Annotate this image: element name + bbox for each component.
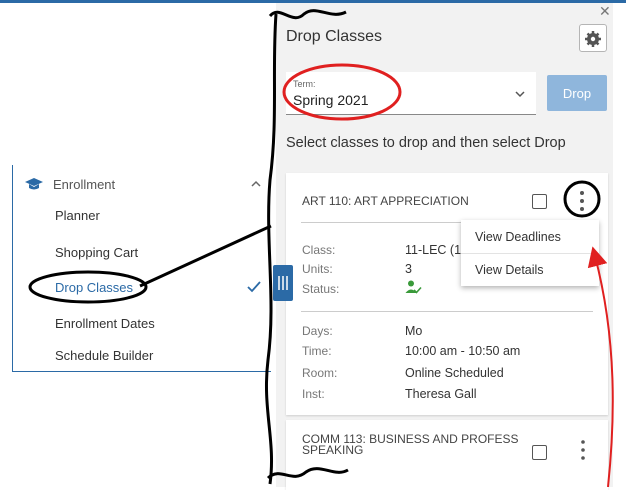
sidebar-item-planner[interactable]: Planner (55, 208, 100, 223)
sidebar-item-enrollment-dates[interactable]: Enrollment Dates (55, 316, 155, 331)
term-label: Term: (293, 79, 316, 89)
drop-button[interactable]: Drop (547, 75, 607, 111)
term-value: Spring 2021 (293, 92, 369, 108)
class-card: COMM 113: BUSINESS AND PROFESS SPEAKING (286, 420, 608, 490)
more-options-icon[interactable] (572, 187, 592, 215)
close-icon[interactable]: ✕ (599, 3, 611, 20)
days-value: Mo (405, 324, 423, 338)
class-card-title: COMM 113: BUSINESS AND PROFESS SPEAKING (302, 432, 519, 457)
room-value: Online Scheduled (405, 366, 504, 380)
checkmark-icon (247, 281, 261, 293)
class-select-checkbox[interactable] (532, 445, 547, 460)
enrollment-section-label: Enrollment (53, 177, 116, 192)
drag-handle-icon (278, 276, 288, 290)
settings-button[interactable] (579, 24, 607, 52)
units-value: 3 (405, 262, 412, 276)
menu-item-view-details[interactable]: View Details (475, 263, 544, 277)
time-value: 10:00 am - 10:50 am (405, 344, 521, 358)
chevron-up-icon[interactable] (249, 177, 263, 191)
page-title: Drop Classes (286, 28, 383, 45)
enrollment-sidebar: Enrollment Planner Shopping Cart Drop Cl… (12, 165, 271, 372)
sidebar-item-drop-classes[interactable]: Drop Classes (55, 280, 133, 295)
graduation-cap-icon (25, 177, 43, 189)
class-value: 11-LEC (1 (405, 243, 462, 257)
instructor-label: Inst: (302, 387, 325, 401)
term-select[interactable]: Term: Spring 2021 (286, 72, 536, 115)
chevron-down-icon (515, 91, 525, 98)
status-label: Status: (302, 282, 340, 296)
gear-icon (585, 31, 601, 47)
enrollment-section-header[interactable]: Enrollment (25, 177, 115, 192)
class-label: Class: (302, 243, 336, 257)
menu-item-view-deadlines[interactable]: View Deadlines (475, 230, 561, 244)
room-label: Room: (302, 366, 338, 380)
instructor-value: Theresa Gall (405, 387, 477, 401)
class-card: ART 110: ART APPRECIATION Class: 11-LEC … (286, 173, 608, 415)
enrolled-status-icon (405, 280, 422, 294)
class-select-checkbox[interactable] (532, 194, 547, 209)
time-label: Time: (302, 344, 332, 358)
instruction-text: Select classes to drop and then select D… (286, 135, 566, 151)
card-divider (301, 311, 593, 312)
sidebar-item-shopping-cart[interactable]: Shopping Cart (55, 245, 138, 260)
collapse-sidebar-handle[interactable] (273, 265, 293, 301)
class-card-title: ART 110: ART APPRECIATION (302, 194, 469, 208)
class-context-menu: View Deadlines View Details (461, 220, 599, 286)
sidebar-item-schedule-builder[interactable]: Schedule Builder (55, 348, 153, 363)
menu-divider (461, 253, 599, 254)
days-label: Days: (302, 324, 333, 338)
more-options-icon[interactable] (578, 438, 588, 462)
units-label: Units: (302, 262, 333, 276)
